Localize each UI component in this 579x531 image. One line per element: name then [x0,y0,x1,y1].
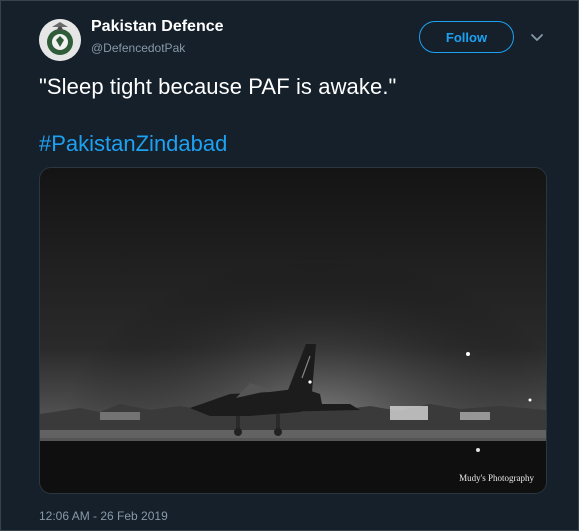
photo-watermark: Mudy's Photography [459,473,534,483]
chevron-down-icon[interactable] [528,28,546,46]
hashtag-link[interactable]: #PakistanZindabad [39,131,227,157]
avatar[interactable] [39,19,81,61]
jet-night-photo [40,168,546,493]
tweet-timestamp[interactable]: 12:06 AM - 26 Feb 2019 [39,509,168,523]
tweet-photo[interactable]: Mudy's Photography [39,167,547,494]
emblem-icon [39,19,81,61]
tweet-text: "Sleep tight because PAF is awake." [39,74,397,99]
tweet-card: Pakistan Defence @DefencedotPak Follow "… [0,0,579,531]
author-name[interactable]: Pakistan Defence [91,18,224,36]
follow-button[interactable]: Follow [419,21,514,53]
author-handle[interactable]: @DefencedotPak [91,41,185,55]
